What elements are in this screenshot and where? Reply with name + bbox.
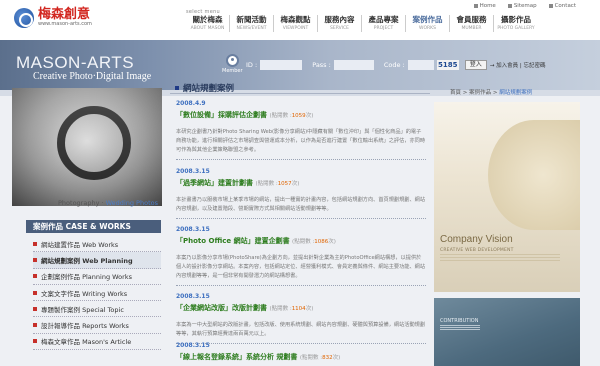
bullet-icon [33,241,37,246]
brand-title: MASON-ARTS [16,53,135,72]
hit-count: (點閱數 :1057次) [255,181,300,187]
contribution-text-lines [440,325,480,330]
article-item: 2008.3.15 「線上報名登錄系統」系統分析 規劃書 (點閱數 :832次) [176,342,426,362]
article-title-link[interactable]: 「過季網站」建置計劃書 (點閱數 :1057次) [176,178,426,188]
menu-item-writing-works[interactable]: 文案文字作品 Writing Works [33,285,161,302]
bullet-icon [33,257,37,262]
password-input[interactable] [333,60,374,70]
article-description: 本案為一中大型網站的改版計畫，包括改版、使用系統規劃、網站內容規劃、硬體與預算設… [176,322,426,337]
hit-count: (點閱數 :1104次) [269,306,314,312]
logo-mark-icon [14,8,34,28]
article-item: 2008.3.15 「過季網站」建置計劃書 (點閱數 :1057次) 本計畫書乃… [176,168,426,219]
nav-news[interactable]: 新聞活動 NEWS/EVENT [230,15,274,32]
nav-member[interactable]: 會員服務 MUMBER [450,15,494,32]
article-date: 2008.4.9 [176,100,206,107]
article-separator [176,218,426,219]
company-vision-subtitle: CREATIVE WEB DEVELOPMENT [440,248,514,253]
logo-name: 梅森創意 [38,7,91,22]
menu-item-reports-works[interactable]: 設計報導作品 Reports Works [33,317,161,334]
contribution-title: CONTRIBUTION [440,318,479,324]
logo-url: www.mason-arts.com [38,21,92,27]
hit-count: (點閱數 :1059次) [269,113,314,119]
main-content: 網站規劃案例 2008.4.9 「數位設備」採購評估企劃書 (點閱數 :1059… [170,80,430,366]
photo-caption: Photography ‧ Wedding Photos [58,199,158,207]
article-description: 本案乃以影像分享市場(PhotoShare)為企劃方向，並提出針對企業為主的Ph… [176,255,426,279]
nav-works[interactable]: 案例作品 WORKS [406,15,450,32]
article-date: 2008.3.15 [176,168,210,175]
utility-links: Home Sitemap Contact [473,3,576,9]
case-works-menu: 網站建置作品 Web Works 網站規劃案例 Web Planning 企劃案… [33,236,161,351]
top-header: 梅森創意 www.mason-arts.com Home Sitemap Con… [0,0,600,40]
article-item: 2008.3.15 「Photo Office 網站」建置企劃書 (點閱數 :1… [176,226,426,286]
company-vision-title: Company Vision [440,234,513,245]
section-divider [170,93,430,94]
brand-subtitle: Creative Photo‧Digital Image [33,71,152,82]
breadcrumb: 首頁 > 案例作品 > 網站規劃案例 [450,90,533,96]
nav-service[interactable]: 服務內容 SERVICE [318,15,362,32]
article-title-link[interactable]: 「線上報名登錄系統」系統分析 規劃書 (點閱數 :832次) [176,352,426,362]
bullet-icon [33,339,37,344]
square-bullet-icon [548,4,553,8]
square-bullet-icon [507,4,512,8]
util-contact-link[interactable]: Contact [548,3,576,9]
menu-item-masons-article[interactable]: 梅森文章作品 Mason's Article [33,334,161,351]
article-description: 本計畫書乃以服裝市場上某季市場的網站，提出一種實的計畫內容，包括網站規劃方向、首… [176,197,426,212]
menu-item-special-topic[interactable]: 專題製作案例 Special Topic [33,301,161,318]
square-bullet-icon [473,4,478,8]
article-separator [176,159,426,160]
article-date: 2008.3.15 [176,342,210,349]
id-label: ID : [246,61,258,69]
id-input[interactable] [260,60,303,70]
nav-project[interactable]: 產品專案 PROJECT [362,15,406,32]
article-title-link[interactable]: 「數位設備」採購評估企劃書 (點閱數 :1059次) [176,110,426,120]
photographer-photo [12,88,162,206]
nav-about[interactable]: 關於梅森 ABOUT MASON [186,15,230,32]
title-bullet-icon [175,86,179,90]
bullet-icon [33,290,37,295]
site-logo[interactable]: 梅森創意 www.mason-arts.com [14,8,92,28]
bullet-icon [33,274,37,279]
article-title-link[interactable]: 「企業網站改版」改版計劃書 (點閱數 :1104次) [176,303,426,313]
article-date: 2008.3.15 [176,293,210,300]
code-label: Code : [383,61,405,69]
article-separator [176,285,426,286]
case-works-menu-title: 案例作品 CASE & WORKS [26,220,161,233]
menu-item-planning-works[interactable]: 企劃案例作品 Planning Works [33,269,161,285]
article-date: 2008.3.15 [176,226,210,233]
hit-count: (點閱數 :832次) [299,355,341,361]
login-button[interactable]: 登入 [464,60,487,70]
nav-photo-gallery[interactable]: 攝影作品 PHOTO GALLERY [494,15,538,32]
company-vision-banner[interactable]: Company Vision CREATIVE WEB DEVELOPMENT [434,102,580,292]
login-form: ID : Pass : Code : 5185 登入 → 加入會員 | 忘記密碼 [246,60,545,70]
article-title-link[interactable]: 「Photo Office 網站」建置企劃書 (點閱數 :1086次) [176,236,426,246]
code-input[interactable] [407,60,434,70]
contribution-banner[interactable]: CONTRIBUTION [434,298,580,366]
bullet-icon [33,323,37,328]
menu-item-web-planning[interactable]: 網站規劃案例 Web Planning [33,252,161,269]
nav-viewpoint[interactable]: 梅森觀點 VIEWPOINT [274,15,318,32]
main-nav: 關於梅森 ABOUT MASON 新聞活動 NEWS/EVENT 梅森觀點 VIEWP… [186,15,538,32]
company-vision-text-lines [440,254,560,262]
member-icon [225,54,239,67]
captcha-code: 5185 [436,60,459,70]
util-home-link[interactable]: Home [473,3,496,9]
menu-item-web-works[interactable]: 網站建置作品 Web Works [33,236,161,253]
article-item: 2008.3.15 「企業網站改版」改版計劃書 (點閱數 :1104次) 本案為… [176,293,426,344]
member-badge: Member [222,54,243,74]
register-forgot-links[interactable]: → 加入會員 | 忘記密碼 [490,61,546,69]
article-item: 2008.4.9 「數位設備」採購評估企劃書 (點閱數 :1059次) 本研究企… [176,100,426,160]
member-label: Member [222,68,243,74]
pass-label: Pass : [312,61,331,69]
bullet-icon [33,306,37,311]
util-sitemap-link[interactable]: Sitemap [507,3,537,9]
article-description: 本研究企劃書乃針對Photo Sharing Web(影像分享網站)中隱藏有關「… [176,129,426,153]
brand-block: MASON-ARTS Creative Photo‧Digital Image [16,53,152,83]
hit-count: (點閱數 :1086次) [292,239,336,245]
